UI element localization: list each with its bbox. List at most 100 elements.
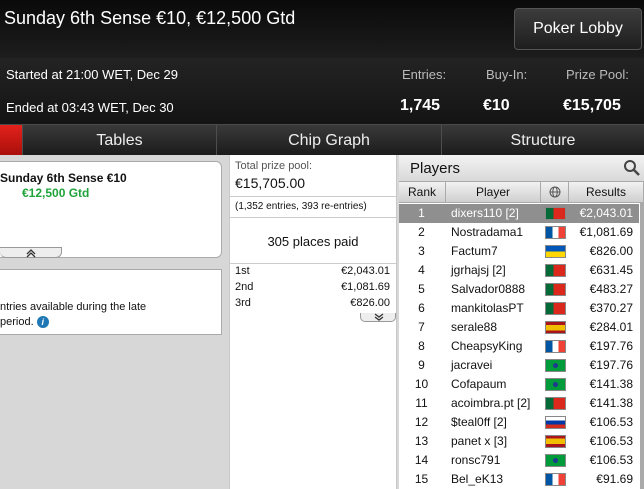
player-result: €631.45 <box>589 263 633 277</box>
players-header: Players <box>399 155 644 182</box>
player-row[interactable]: 7 serale88 €284.01 <box>399 318 639 337</box>
player-result: €106.53 <box>589 434 633 448</box>
player-name: acoimbra.pt [2] <box>451 396 531 410</box>
lobby-content: Sunday 6th Sense €10 €12,500 Gtd ntries … <box>0 155 644 489</box>
info-icon[interactable]: i <box>36 316 49 329</box>
payout-place: 3rd <box>235 297 251 309</box>
player-row[interactable]: 9 jacravei €197.76 <box>399 356 639 375</box>
player-result: €91.69 <box>596 472 633 486</box>
player-rank: 10 <box>414 377 429 391</box>
tournament-info-bar: Started at 21:00 WET, Dec 29 Ended at 03… <box>0 58 644 124</box>
player-name: CheapsyKing <box>451 339 523 353</box>
column-header-results[interactable]: Results <box>569 182 644 203</box>
poker-lobby-button[interactable]: Poker Lobby <box>514 8 642 50</box>
payout-row: 2nd €1,081.69 <box>230 281 396 297</box>
player-rank: 7 <box>418 320 425 334</box>
players-panel: Players Rank Player Results 1 dixers110 [… <box>399 155 644 489</box>
column-header-country[interactable] <box>541 182 569 203</box>
entries-note: (1,352 entries, 393 re-entries) <box>235 201 367 212</box>
column-header-player[interactable]: Player <box>446 182 541 203</box>
payout-row: 3rd €826.00 <box>230 297 396 313</box>
player-row[interactable]: 6 mankitolasPT €370.27 <box>399 299 639 318</box>
chevron-double-up-icon <box>26 249 36 258</box>
search-icon[interactable] <box>623 159 641 177</box>
player-name: dixers110 [2] <box>451 206 519 220</box>
player-row[interactable]: 5 Salvador0888 €483.27 <box>399 280 639 299</box>
total-prize-value: €15,705.00 <box>235 175 306 191</box>
globe-icon <box>549 186 560 198</box>
entries-value: 1,745 <box>400 97 441 114</box>
portugal-flag-icon <box>545 283 566 296</box>
buyin-value: €10 <box>483 97 510 114</box>
player-rank: 9 <box>418 358 425 372</box>
player-name: jacravei <box>451 358 493 372</box>
divider <box>230 263 396 264</box>
player-rank: 6 <box>418 301 425 315</box>
tournament-title: Sunday 6th Sense €10, €12,500 Gtd <box>4 8 296 28</box>
player-name: Nostradama1 <box>451 225 524 239</box>
portugal-flag-icon <box>545 207 566 220</box>
player-row[interactable]: 15 Bel_eK13 €91.69 <box>399 470 639 489</box>
player-name: Factum7 <box>451 244 498 258</box>
player-name: ronsc791 <box>451 453 501 467</box>
player-name: mankitolasPT <box>451 301 524 315</box>
france-flag-icon <box>545 340 566 353</box>
player-rank: 11 <box>415 396 428 410</box>
prize-pool-value: €15,705 <box>563 97 621 114</box>
player-row[interactable]: 8 CheapsyKing €197.76 <box>399 337 639 356</box>
tab-chip-graph[interactable]: Chip Graph <box>216 125 441 156</box>
tab-structure[interactable]: Structure <box>441 125 644 156</box>
player-row[interactable]: 1 dixers110 [2] €2,043.01 <box>399 204 639 223</box>
chevron-double-down-icon <box>374 313 384 321</box>
tab-bar: Tables Chip Graph Structure <box>0 124 644 156</box>
player-rank: 5 <box>418 282 425 296</box>
player-name: Salvador0888 <box>451 282 526 296</box>
player-row[interactable]: 10 Cofapaum €141.38 <box>399 375 639 394</box>
payout-amount: €1,081.69 <box>341 281 390 293</box>
entries-label: Entries: <box>402 67 447 82</box>
late-registration-notice: ntries available during the late period.… <box>0 269 222 335</box>
title-bar: Sunday 6th Sense €10, €12,500 Gtd Poker … <box>0 0 644 58</box>
player-rank: 14 <box>414 453 429 467</box>
player-row[interactable]: 12 $teal0ff [2] €106.53 <box>399 413 639 432</box>
player-result: €106.53 <box>589 415 633 429</box>
player-name: Bel_eK13 <box>451 472 504 486</box>
tab-tables[interactable]: Tables <box>22 125 216 156</box>
expand-button[interactable] <box>0 247 62 258</box>
player-row[interactable]: 2 Nostradama1 €1,081.69 <box>399 223 639 242</box>
player-rank: 1 <box>418 206 425 220</box>
tournament-card[interactable]: Sunday 6th Sense €10 €12,500 Gtd <box>0 161 222 258</box>
player-row[interactable]: 13 panet x [3] €106.53 <box>399 432 639 451</box>
player-name: jgrhajsj [2] <box>451 263 506 277</box>
player-row[interactable]: 14 ronsc791 €106.53 <box>399 451 639 470</box>
divider <box>230 196 396 197</box>
player-name: Cofapaum <box>451 377 507 391</box>
prize-pool-label: Prize Pool: <box>566 67 629 82</box>
france-flag-icon <box>545 226 566 239</box>
brazil-flag-icon <box>545 378 566 391</box>
player-name: panet x [3] <box>451 434 508 448</box>
spain-flag-icon <box>545 321 566 334</box>
end-time: Ended at 03:43 WET, Dec 30 <box>6 100 174 115</box>
player-row[interactable]: 11 acoimbra.pt [2] €141.38 <box>399 394 639 413</box>
prize-pool-panel: Total prize pool: €15,705.00 (1,352 entr… <box>229 155 397 489</box>
column-header-rank[interactable]: Rank <box>399 182 446 203</box>
player-row[interactable]: 3 Factum7 €826.00 <box>399 242 639 261</box>
player-result: €826.00 <box>589 244 633 258</box>
expand-payouts-button[interactable] <box>360 313 396 322</box>
france-flag-icon <box>545 473 566 486</box>
brazil-flag-icon <box>545 359 566 372</box>
portugal-flag-icon <box>545 397 566 410</box>
player-result: €197.76 <box>589 339 633 353</box>
tab-active-indicator[interactable] <box>0 125 22 156</box>
player-row[interactable]: 4 jgrhajsj [2] €631.45 <box>399 261 639 280</box>
payout-place: 2nd <box>235 281 254 293</box>
payout-row: 1st €2,043.01 <box>230 265 396 281</box>
player-name: serale88 <box>451 320 498 334</box>
brazil-flag-icon <box>545 454 566 467</box>
players-scrollbar[interactable] <box>640 202 644 489</box>
player-result: €197.76 <box>589 358 633 372</box>
card-guarantee: €12,500 Gtd <box>22 186 90 200</box>
divider <box>230 217 396 218</box>
player-rank: 13 <box>414 434 429 448</box>
